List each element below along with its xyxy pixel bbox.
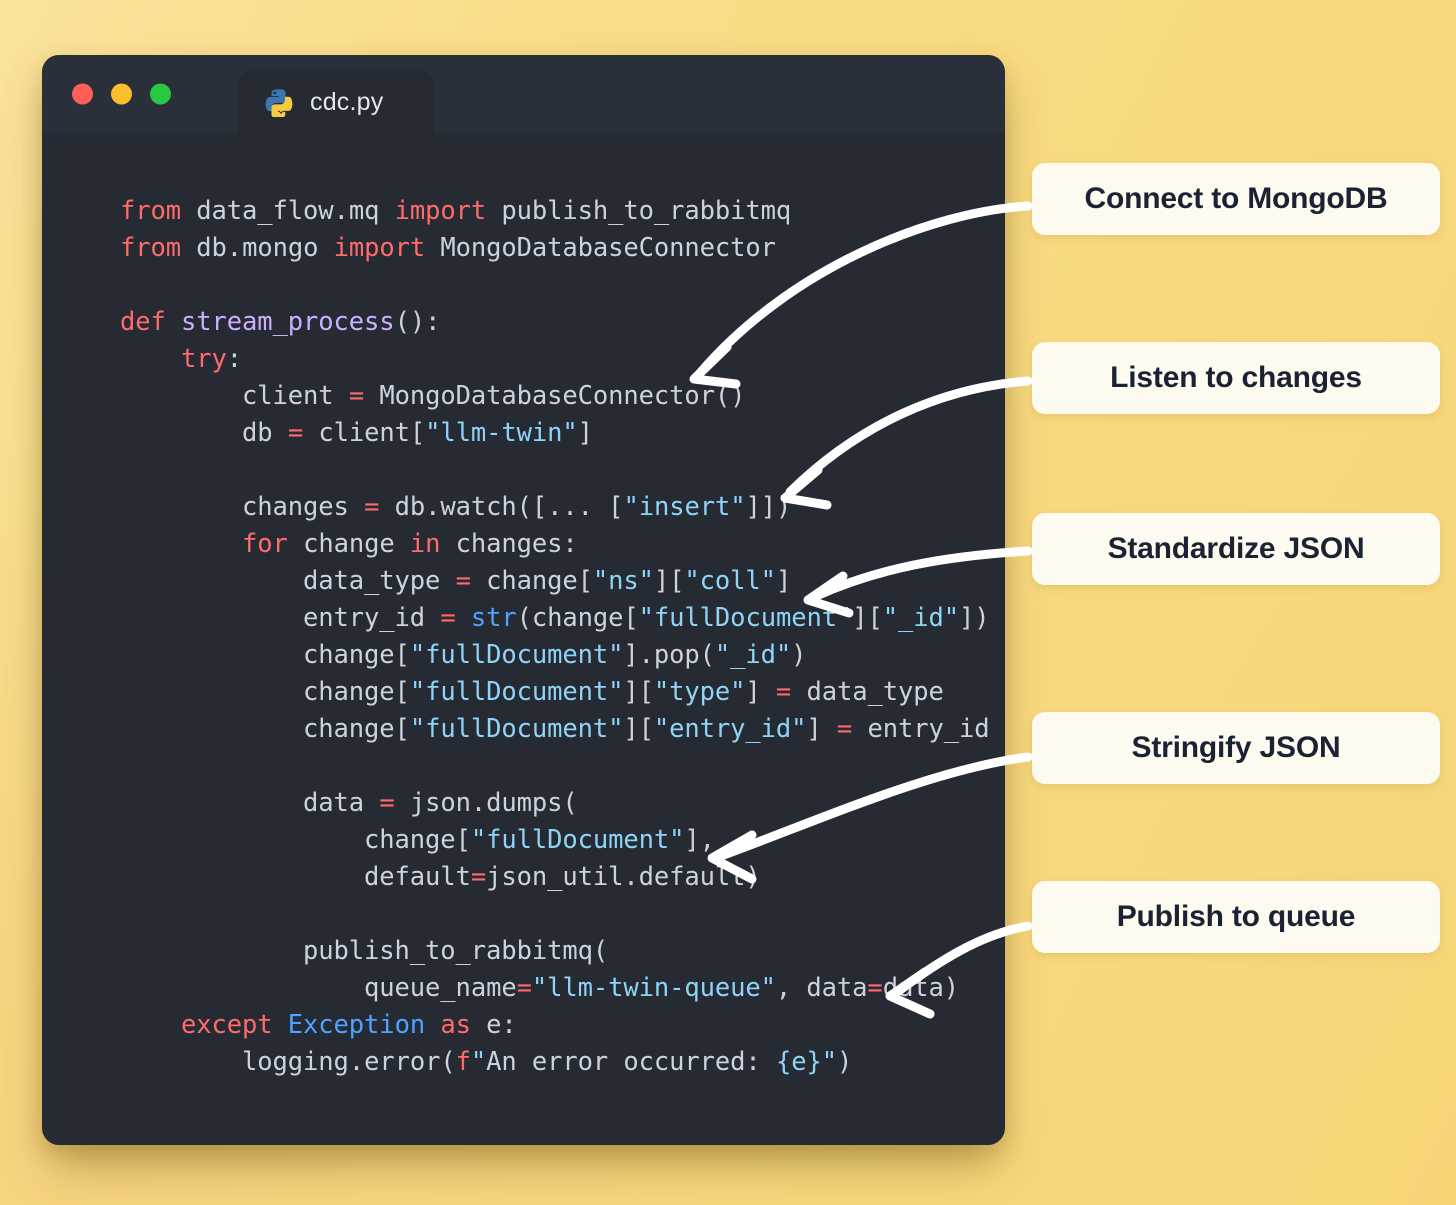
- annotation-label-listen-to-changes: Listen to changes: [1032, 342, 1440, 414]
- code-editor-window: cdc.py from data_flow.mq import publish_…: [42, 55, 1005, 1145]
- annotation-label-connect-to-mongodb: Connect to MongoDB: [1032, 163, 1440, 235]
- code-content-area: from data_flow.mq import publish_to_rabb…: [42, 133, 1005, 1081]
- annotation-label-stringify-json: Stringify JSON: [1032, 712, 1440, 784]
- annotation-label-text: Standardize JSON: [1107, 532, 1365, 565]
- screenshot-canvas: cdc.py from data_flow.mq import publish_…: [0, 0, 1456, 1205]
- annotation-label-standardize-json: Standardize JSON: [1032, 513, 1440, 585]
- close-window-button[interactable]: [72, 83, 93, 105]
- minimize-window-button[interactable]: [111, 83, 132, 105]
- annotation-label-text: Stringify JSON: [1131, 731, 1341, 764]
- traffic-light-buttons: [72, 83, 171, 105]
- window-titlebar: cdc.py: [42, 55, 1005, 133]
- annotation-label-text: Publish to queue: [1116, 900, 1356, 933]
- annotation-label-text: Listen to changes: [1110, 361, 1362, 394]
- tab-filename: cdc.py: [310, 87, 384, 116]
- annotation-label-text: Connect to MongoDB: [1084, 182, 1388, 215]
- python-source-code[interactable]: from data_flow.mq import publish_to_rabb…: [120, 193, 1005, 1081]
- editor-tab-cdc-py[interactable]: cdc.py: [238, 71, 434, 133]
- annotation-label-publish-to-queue: Publish to queue: [1032, 881, 1440, 953]
- maximize-window-button[interactable]: [150, 83, 171, 105]
- python-icon: [265, 89, 293, 117]
